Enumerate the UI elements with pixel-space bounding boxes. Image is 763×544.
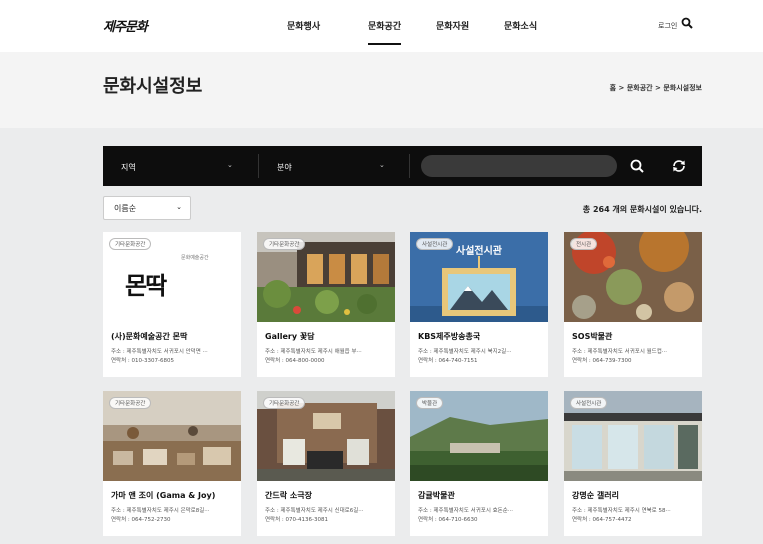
category-badge: 사설전시관 bbox=[570, 397, 608, 409]
chevron-down-icon: ⌄ bbox=[227, 161, 233, 169]
chevron-down-icon: ⌄ bbox=[176, 203, 182, 211]
region-select[interactable]: 지역 ⌄ bbox=[103, 146, 258, 186]
site-logo[interactable]: 제주문화 bbox=[103, 16, 148, 35]
login-link[interactable]: 로그인 bbox=[658, 21, 677, 31]
filter-bar: 지역 ⌄ 분야 ⌄ bbox=[103, 146, 702, 186]
facility-phone: 연락처 : 064-739-7300 bbox=[572, 358, 632, 364]
facility-phone: 연락처 : 070-4136-3081 bbox=[265, 517, 328, 523]
facility-name: 간드락 소극장 bbox=[265, 491, 312, 500]
facility-card[interactable]: 사설전시관 사설전시관 KBS제주방송총국 주소 : 제주특별자치도 제주시 북… bbox=[410, 232, 548, 377]
facility-name: KBS제주방송총국 bbox=[418, 332, 481, 341]
category-badge: 전시관 bbox=[570, 238, 598, 250]
chevron-down-icon: ⌄ bbox=[379, 161, 385, 169]
search-input[interactable] bbox=[421, 155, 617, 177]
category-badge: 박물관 bbox=[416, 397, 444, 409]
field-select-label: 분야 bbox=[277, 163, 292, 172]
facility-name: 가마 앤 조이 (Gama & Joy) bbox=[111, 491, 216, 500]
facility-card[interactable]: 전시관 SOS박물관 주소 : 제주특별자치도 서귀포시 월드컵··· 연락처 … bbox=[564, 232, 702, 377]
facility-address: 주소 : 제주특별자치도 제주시 은막로8길··· bbox=[111, 508, 210, 514]
search-icon[interactable] bbox=[681, 17, 693, 29]
nav-item-news[interactable]: 문화소식 bbox=[504, 19, 537, 32]
page-title: 문화시설정보 bbox=[103, 76, 203, 97]
sort-selected-label: 이름순 bbox=[114, 204, 137, 213]
category-badge: 기타문화공간 bbox=[109, 397, 152, 409]
facility-phone: 연락처 : 010-3307-6805 bbox=[111, 358, 174, 364]
facility-card[interactable]: 기타문화공간 가마 앤 조이 (Gama & Joy) 주소 : 제주특별자치도… bbox=[103, 391, 241, 536]
facility-name: SOS박물관 bbox=[572, 332, 613, 341]
facility-card[interactable]: 사설전시관 강명순 갤러리 주소 : 제주특별자치도 제주시 연북로 58···… bbox=[564, 391, 702, 536]
facility-address: 주소 : 제주특별자치도 제주시 신대로6길··· bbox=[265, 508, 364, 514]
divider bbox=[409, 154, 410, 178]
search-icon[interactable] bbox=[629, 158, 645, 174]
facility-card[interactable]: 기타문화공간 간드락 소극장 주소 : 제주특별자치도 제주시 신대로6길···… bbox=[257, 391, 395, 536]
category-badge: 기타문화공간 bbox=[109, 238, 152, 250]
region-select-label: 지역 bbox=[121, 163, 136, 172]
refresh-icon[interactable] bbox=[671, 158, 687, 174]
thumb-caption: 사설전시관 bbox=[456, 246, 502, 257]
facility-address: 주소 : 제주특별자치도 서귀포시 월드컵··· bbox=[572, 349, 668, 355]
category-badge: 기타문화공간 bbox=[263, 238, 306, 250]
category-badge: 사설전시관 bbox=[416, 238, 454, 250]
facility-address: 주소 : 제주특별자치도 제주시 연북로 58··· bbox=[572, 508, 671, 514]
logo-text: 제주문화 bbox=[103, 20, 148, 35]
facility-phone: 연락처 : 064-710-6630 bbox=[418, 517, 478, 523]
facility-phone: 연락처 : 064-752-2730 bbox=[111, 517, 171, 523]
breadcrumb: 홈 > 문화공간 > 문화시설정보 bbox=[609, 84, 702, 92]
nav-item-spaces[interactable]: 문화공간 bbox=[368, 19, 402, 45]
logo-caption: 문화예술공간 bbox=[181, 255, 209, 261]
facility-name: (사)문화예술공간 몬딱 bbox=[111, 332, 188, 341]
facility-phone: 연락처 : 064-800-0000 bbox=[265, 358, 325, 364]
facility-name: 감귤박물관 bbox=[418, 491, 455, 500]
facility-phone: 연락처 : 064-740-7151 bbox=[418, 358, 478, 364]
mondak-logo-text: 몬딱 bbox=[125, 272, 167, 300]
nav-item-resources[interactable]: 문화자원 bbox=[436, 19, 469, 32]
facility-address: 주소 : 제주특별자치도 제주시 북지2길··· bbox=[418, 349, 512, 355]
facility-name: 강명순 갤러리 bbox=[572, 491, 619, 500]
facility-name: Gallery 꽃담 bbox=[265, 332, 315, 341]
category-badge: 기타문화공간 bbox=[263, 397, 306, 409]
facility-address: 주소 : 제주특별자치도 서귀포시 안덕면 ··· bbox=[111, 349, 208, 355]
result-count: 총 264 개의 문화시설이 있습니다. bbox=[582, 205, 702, 214]
facility-card[interactable]: 몬딱 문화예술공간 기타문화공간 (사)문화예술공간 몬딱 주소 : 제주특별자… bbox=[103, 232, 241, 377]
top-header: 제주문화 문화행사 문화공간 문화자원 문화소식 로그인 bbox=[0, 0, 763, 52]
page-title-area: 문화시설정보 홈 > 문화공간 > 문화시설정보 bbox=[0, 52, 763, 128]
field-select[interactable]: 분야 ⌄ bbox=[259, 146, 409, 186]
nav-item-events[interactable]: 문화행사 bbox=[287, 19, 320, 32]
facility-phone: 연락처 : 064-757-4472 bbox=[572, 517, 632, 523]
facility-card[interactable]: 기타문화공간 Gallery 꽃담 주소 : 제주특별자치도 제주시 애월읍 부… bbox=[257, 232, 395, 377]
facility-address: 주소 : 제주특별자치도 제주시 애월읍 부··· bbox=[265, 349, 362, 355]
facility-card[interactable]: 박물관 감귤박물관 주소 : 제주특별자치도 서귀포시 효돈순··· 연락처 :… bbox=[410, 391, 548, 536]
sort-select[interactable]: 이름순 ⌄ bbox=[103, 196, 191, 220]
facility-address: 주소 : 제주특별자치도 서귀포시 효돈순··· bbox=[418, 508, 514, 514]
